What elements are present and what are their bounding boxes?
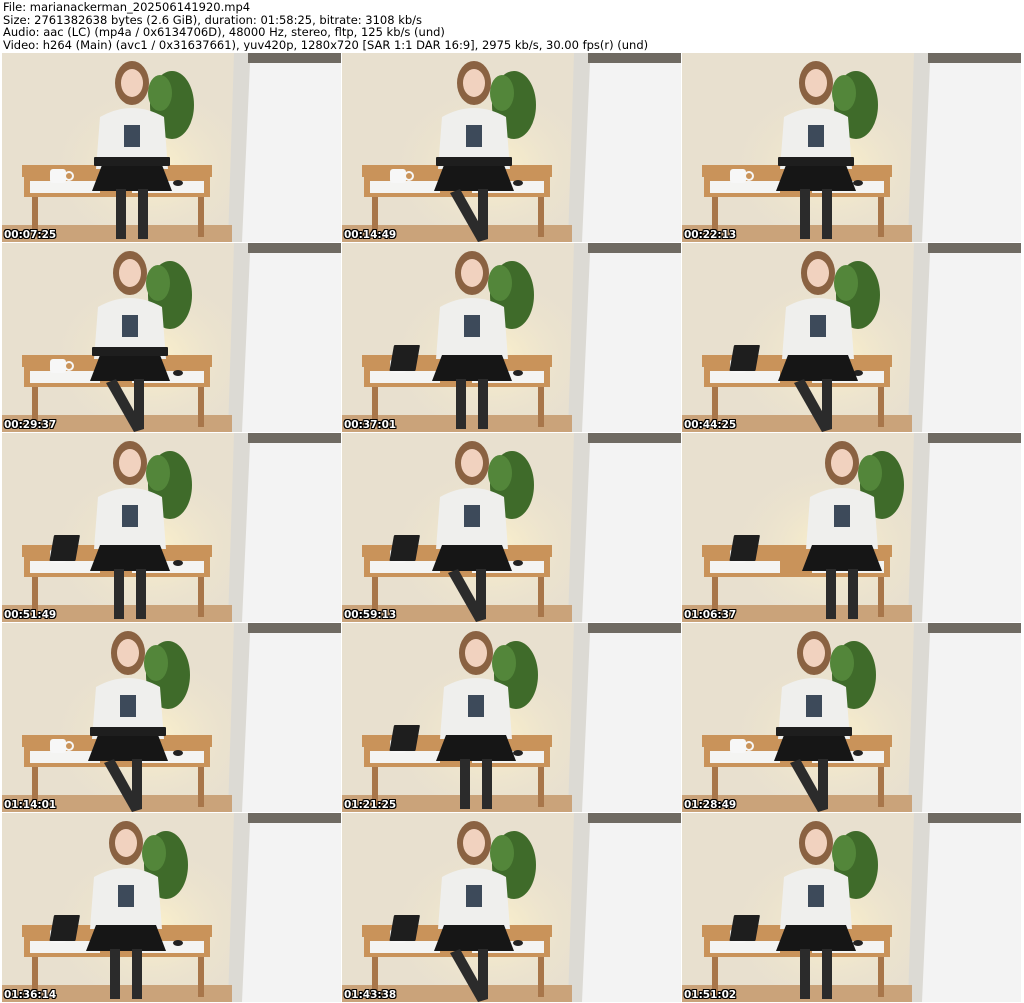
video-thumbnail: 00:59:13 xyxy=(342,433,681,622)
thumbnail-timestamp: 00:07:25 xyxy=(4,229,57,241)
thumbnail-frame-image xyxy=(2,433,341,622)
thumbnail-timestamp: 01:43:38 xyxy=(344,989,397,1001)
video-thumbnail: 01:43:38 xyxy=(342,813,681,1002)
video-thumbnail: 00:22:13 xyxy=(682,53,1021,242)
thumbnail-timestamp: 00:59:13 xyxy=(344,609,397,621)
video-thumbnail: 00:29:37 xyxy=(2,243,341,432)
video-thumbnail: 00:51:49 xyxy=(2,433,341,622)
thumbnail-frame-image xyxy=(342,243,681,432)
thumbnail-timestamp: 00:29:37 xyxy=(4,419,57,431)
video-info-line: Video: h264 (Main) (avc1 / 0x31637661), … xyxy=(3,38,649,52)
thumbnail-frame-image xyxy=(342,53,681,242)
thumbnail-timestamp: 00:44:25 xyxy=(684,419,737,431)
video-thumbnail: 01:14:01 xyxy=(2,623,341,812)
thumbnail-timestamp: 00:37:01 xyxy=(344,419,397,431)
video-thumbnail: 00:37:01 xyxy=(342,243,681,432)
thumbnail-frame-image xyxy=(682,53,1021,242)
video-thumbnail: 00:44:25 xyxy=(682,243,1021,432)
thumbnail-timestamp: 01:06:37 xyxy=(684,609,737,621)
thumbnail-frame-image xyxy=(682,433,1021,622)
video-thumbnail: 01:51:02 xyxy=(682,813,1021,1002)
thumbnail-frame-image xyxy=(342,623,681,812)
audio-info-line: Audio: aac (LC) (mp4a / 0x6134706D), 480… xyxy=(3,26,445,39)
thumbnail-timestamp: 01:21:25 xyxy=(344,799,397,811)
video-thumbnail: 01:28:49 xyxy=(682,623,1021,812)
video-thumbnail: 00:07:25 xyxy=(2,53,341,242)
thumbnail-timestamp: 00:22:13 xyxy=(684,229,737,241)
thumbnail-frame-image xyxy=(342,433,681,622)
thumbnail-timestamp: 00:14:49 xyxy=(344,229,397,241)
thumbnail-timestamp: 01:36:14 xyxy=(4,989,57,1001)
file-size-line: Size: 2761382638 bytes (2.6 GiB), durati… xyxy=(3,13,423,27)
video-thumbnail: 00:14:49 xyxy=(342,53,681,242)
thumbnail-timestamp: 01:28:49 xyxy=(684,799,737,811)
thumbnail-timestamp: 00:51:49 xyxy=(4,609,57,621)
thumbnail-frame-image xyxy=(2,813,341,1002)
thumbnail-frame-image xyxy=(2,243,341,432)
thumbnail-frame-image xyxy=(2,53,341,242)
video-thumbnail: 01:06:37 xyxy=(682,433,1021,622)
thumbnail-timestamp: 01:51:02 xyxy=(684,989,737,1001)
thumbnail-frame-image xyxy=(682,813,1021,1002)
file-name-line: File: marianackerman_202506141920.mp4 xyxy=(3,1,251,14)
file-info-header: File: marianackerman_202506141920.mp4 Si… xyxy=(3,1,1021,53)
thumbnail-grid: 00:07:25 00:14:49 00:22:13 00:29:37 00:37:01… xyxy=(2,53,1022,1003)
thumbnail-frame-image xyxy=(682,623,1021,812)
thumbnail-frame-image xyxy=(2,623,341,812)
video-thumbnail: 01:21:25 xyxy=(342,623,681,812)
thumbnail-frame-image xyxy=(682,243,1021,432)
video-thumbnail: 01:36:14 xyxy=(2,813,341,1002)
thumbnail-frame-image xyxy=(342,813,681,1002)
thumbnail-timestamp: 01:14:01 xyxy=(4,799,57,811)
